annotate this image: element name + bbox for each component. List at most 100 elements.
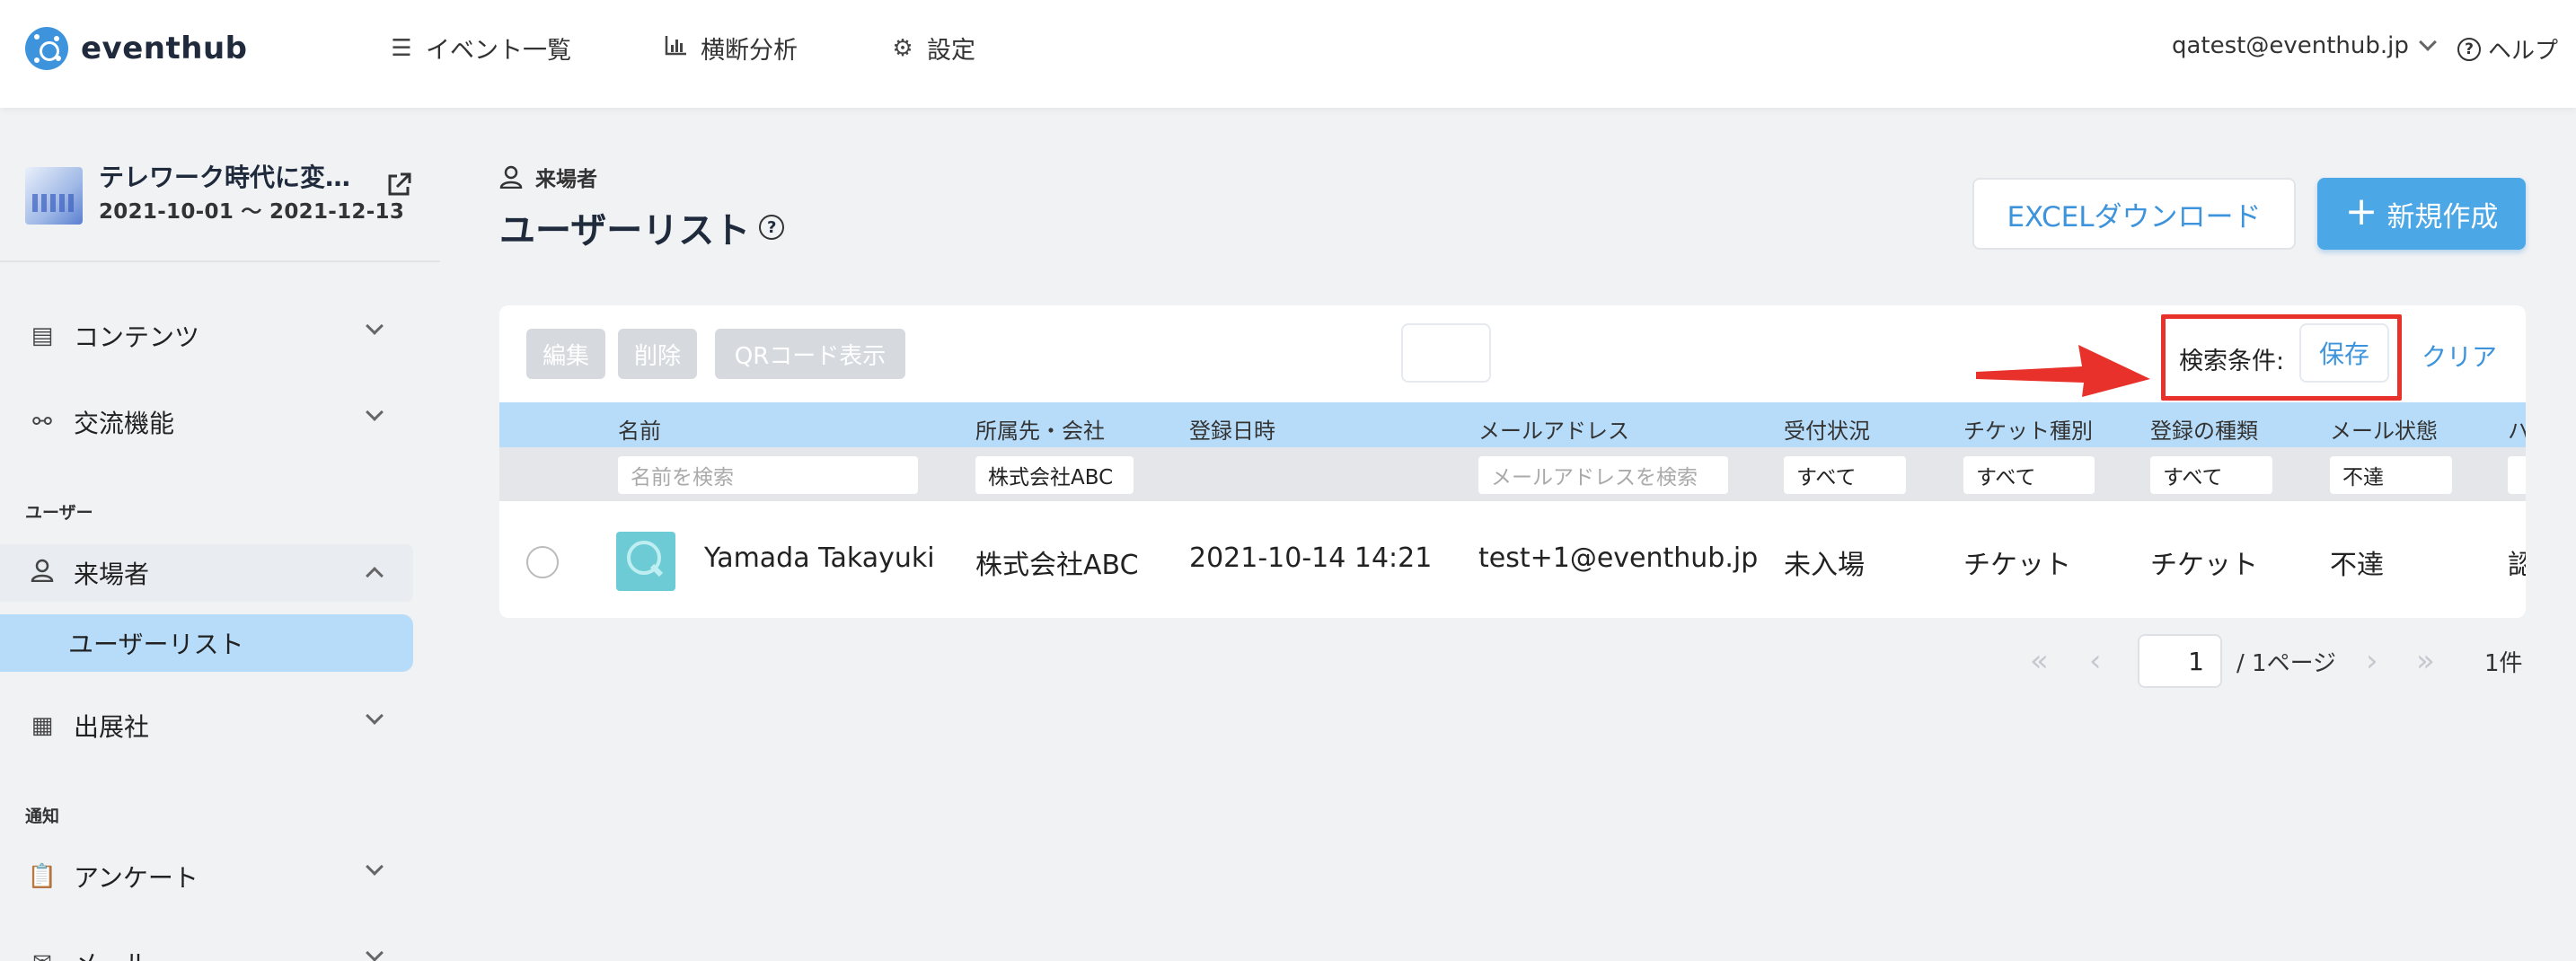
nav-cross-analysis[interactable]: 横断分析 xyxy=(663,31,798,66)
annotation-arrow-icon xyxy=(1976,345,2150,397)
chevron-down-icon xyxy=(366,944,384,961)
page-title-wrap: ユーザーリスト ? xyxy=(499,201,785,253)
sidebar-section-notify: 通知 xyxy=(25,807,60,826)
nav-settings[interactable]: ⚙ 設定 xyxy=(889,31,975,66)
delete-button[interactable]: 削除 xyxy=(618,329,697,379)
sidebar-item-survey[interactable]: 📋 アンケート xyxy=(0,848,413,905)
network-icon: ⚯ xyxy=(32,409,52,436)
sidebar: テレワーク時代に変… 2021-10-01 ～ 2021-12-13 ▤ コンテ… xyxy=(0,108,440,961)
chevron-up-icon xyxy=(366,567,384,585)
building-icon: ▦ xyxy=(31,712,54,739)
sidebar-item-mail[interactable]: ✉ メール xyxy=(0,934,413,961)
sidebar-item-label: アンケート xyxy=(74,863,198,893)
ticket-filter-select[interactable]: すべて xyxy=(1963,456,2095,494)
reception-filter-select[interactable]: すべて xyxy=(1784,456,1906,494)
clear-search-button[interactable]: クリア xyxy=(2422,338,2497,374)
first-page-icon[interactable]: « xyxy=(2030,643,2049,679)
cell-registered: 2021-10-14 14:21 xyxy=(1189,542,1433,574)
breadcrumb-label: 来場者 xyxy=(535,168,597,191)
brand-name: eventhub xyxy=(81,31,248,66)
email-filter-input[interactable]: メールアドレスを検索 xyxy=(1478,456,1728,494)
sidebar-item-label: 出展社 xyxy=(74,712,150,742)
sidebar-item-label: 来場者 xyxy=(74,560,150,589)
reg-type-filter-select[interactable]: すべて xyxy=(2150,456,2272,494)
last-page-icon[interactable]: » xyxy=(2416,643,2435,679)
top-navbar: eventhub ☰ イベント一覧 横断分析 ⚙ 設定 qatest@event… xyxy=(0,0,2576,108)
event-dates: 2021-10-01 ～ 2021-12-13 xyxy=(99,200,405,224)
cell-mail-status: 不達 xyxy=(2330,550,2384,581)
cell-name: Yamada Takayuki xyxy=(704,542,935,574)
mail-status-filter-select[interactable]: 不達 xyxy=(2330,456,2452,494)
question-circle-icon[interactable]: ? xyxy=(759,215,785,240)
event-title: テレワーク時代に変… xyxy=(99,163,351,192)
nav-event-list[interactable]: ☰ イベント一覧 xyxy=(388,31,571,66)
sidebar-item-label: メール xyxy=(74,945,149,961)
page-number-input[interactable]: 1 xyxy=(2138,634,2222,688)
event-thumbnail xyxy=(25,167,83,225)
cell-company: 株式会社ABC xyxy=(975,550,1139,581)
chevron-down-icon xyxy=(366,858,384,876)
column-header-ticket[interactable]: チケット種別 xyxy=(1963,413,2093,445)
nav-event-list-label: イベント一覧 xyxy=(426,37,571,65)
nav-cross-analysis-label: 横断分析 xyxy=(701,37,798,65)
edit-button[interactable]: 編集 xyxy=(526,329,605,379)
sidebar-item-exhibitors[interactable]: ▦ 出展社 xyxy=(0,697,413,754)
plus-icon: + xyxy=(2344,189,2378,234)
sidebar-item-label: 交流機能 xyxy=(74,409,175,438)
column-header-extra[interactable]: ハ xyxy=(2508,413,2526,445)
list-box-icon: ▤ xyxy=(31,322,54,349)
user-icon xyxy=(27,559,57,588)
column-header-email[interactable]: メールアドレス xyxy=(1478,413,1629,445)
cell-reg-type: チケット xyxy=(2150,550,2258,581)
create-new-button[interactable]: + 新規作成 xyxy=(2317,178,2526,250)
result-count: 1件 xyxy=(2484,650,2523,677)
cell-ticket: チケット xyxy=(1963,550,2071,581)
clipboard-icon: 📋 xyxy=(27,863,57,890)
extra-filter-select[interactable] xyxy=(2508,456,2526,494)
sidebar-divider xyxy=(0,260,440,262)
sidebar-item-exchange[interactable]: ⚯ 交流機能 xyxy=(0,393,413,451)
company-filter-input[interactable]: 株式会社ABC xyxy=(975,456,1134,494)
breadcrumb: 来場者 xyxy=(499,162,597,192)
sidebar-item-contents[interactable]: ▤ コンテンツ xyxy=(0,307,413,365)
external-link-icon[interactable] xyxy=(384,171,413,199)
brand-logo[interactable]: eventhub xyxy=(25,27,248,70)
user-menu[interactable]: qatest@eventhub.jp xyxy=(2172,32,2437,59)
search-condition-label: 検索条件: xyxy=(2179,348,2285,375)
sidebar-section-user: ユーザー xyxy=(25,503,93,523)
eventhub-logo-icon xyxy=(25,27,68,70)
name-filter-input[interactable]: 名前を検索 xyxy=(618,456,918,494)
excel-download-button[interactable]: EXCELダウンロード xyxy=(1972,178,2296,250)
column-header-registered[interactable]: 登録日時 xyxy=(1189,413,1275,445)
table-row[interactable]: Yamada Takayuki 株式会社ABC 2021-10-14 14:21… xyxy=(499,501,2526,618)
next-page-icon[interactable]: › xyxy=(2366,643,2378,679)
sidebar-item-visitors[interactable]: 来場者 xyxy=(0,544,413,602)
bar-chart-icon xyxy=(663,34,690,62)
chevron-down-icon xyxy=(366,707,384,725)
column-header-reg-type[interactable]: 登録の種類 xyxy=(2150,413,2258,445)
row-select-radio[interactable] xyxy=(526,546,559,578)
cell-email: test+1@eventhub.jp xyxy=(1478,542,1759,574)
qr-display-button[interactable]: QRコード表示 xyxy=(715,329,905,379)
cell-extra: 認 xyxy=(2508,550,2526,581)
event-summary: テレワーク時代に変… 2021-10-01 ～ 2021-12-13 xyxy=(25,158,420,239)
gear-icon: ⚙ xyxy=(892,34,913,62)
column-header-mail-status[interactable]: メール状態 xyxy=(2330,413,2438,445)
nav-settings-label: 設定 xyxy=(927,37,975,65)
table-filter-row: 名前を検索 株式会社ABC メールアドレスを検索 すべて すべて すべて 不達 xyxy=(499,447,2526,501)
help-link[interactable]: ? ヘルプ xyxy=(2457,32,2558,66)
column-header-company[interactable]: 所属先・会社 xyxy=(975,413,1105,445)
cell-reception: 未入場 xyxy=(1784,550,1865,581)
page-title: ユーザーリスト xyxy=(499,210,751,251)
chevron-down-icon xyxy=(2418,33,2437,51)
list-icon: ☰ xyxy=(391,34,412,62)
prev-page-icon[interactable]: ‹ xyxy=(2089,643,2102,679)
column-header-name[interactable]: 名前 xyxy=(618,413,661,445)
column-header-reception[interactable]: 受付状況 xyxy=(1784,413,1870,445)
question-circle-icon: ? xyxy=(2457,37,2481,61)
save-search-button[interactable]: 保存 xyxy=(2299,323,2389,383)
create-new-label: 新規作成 xyxy=(2386,200,2499,234)
user-list-card: 編集 削除 QRコード表示 検索条件: 保存 クリア 名前 所属先・会社 登録日… xyxy=(499,305,2526,618)
avatar xyxy=(616,532,675,591)
sidebar-item-user-list[interactable]: ユーザーリスト xyxy=(0,614,413,672)
